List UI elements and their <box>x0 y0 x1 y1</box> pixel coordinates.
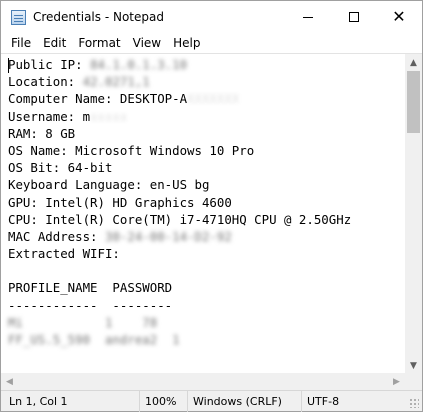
text-line: FF_US.5_590 andrea2 1 <box>8 331 405 348</box>
line-label: OS Bit: 64-bit <box>8 160 113 176</box>
text-line: OS Name: Microsoft Windows 10 Pro <box>8 142 405 159</box>
line-value: m <box>82 108 91 124</box>
text-line: MAC Address: 30-24-00-14-D2-92 <box>8 228 405 245</box>
scrollbar-corner <box>405 373 422 390</box>
text-line: Username: mxxxxx <box>8 108 405 125</box>
text-content[interactable]: Public IP: 84.1.0.1.3.10 Location: 42.027… <box>1 54 405 374</box>
editor-area[interactable]: Public IP: 84.1.0.1.3.10 Location: 42.027… <box>1 53 422 374</box>
line-label: ------------ -------- <box>8 297 173 313</box>
title-bar[interactable]: Credentials - Notepad ✕ <box>1 1 422 33</box>
notepad-icon <box>11 10 26 25</box>
menu-edit[interactable]: Edit <box>37 36 72 50</box>
redacted-text: XXXXXXX <box>187 91 240 107</box>
line-label: MAC Address: <box>8 228 105 244</box>
text-line: Mi 1 78 <box>8 314 405 331</box>
text-line: RAM: 8 GB <box>8 125 405 142</box>
line-value: 42.0271,1 <box>82 74 150 90</box>
line-ending: Windows (CRLF) <box>187 391 301 412</box>
menu-help[interactable]: Help <box>167 36 206 50</box>
text-line <box>8 262 405 279</box>
text-line: OS Bit: 64-bit <box>8 159 405 176</box>
text-line: ------------ -------- <box>8 297 405 314</box>
minimize-button[interactable] <box>285 1 331 33</box>
text-line: CPU: Intel(R) Core(TM) i7-4710HQ CPU @ 2… <box>8 211 405 228</box>
maximize-button[interactable] <box>331 1 377 33</box>
text-caret <box>8 58 9 73</box>
notepad-window: Credentials - Notepad ✕ File Edit Format… <box>0 0 423 412</box>
resize-grip-icon[interactable] <box>409 398 419 408</box>
text-line: GPU: Intel(R) HD Graphics 4600 <box>8 194 405 211</box>
menu-file[interactable]: File <box>5 36 37 50</box>
line-label: GPU: Intel(R) HD Graphics 4600 <box>8 194 232 210</box>
line-value: 84.1.0.1.3.10 <box>90 57 188 72</box>
line-label: OS Name: Microsoft Windows 10 Pro <box>8 142 255 158</box>
line-value: DESKTOP-A <box>119 91 188 107</box>
line-value: 30-24-00-14-D2-92 <box>104 228 232 244</box>
menu-view[interactable]: View <box>127 36 167 50</box>
encoding: UTF-8 <box>301 391 401 412</box>
scroll-down-icon[interactable]: ▼ <box>405 357 422 374</box>
close-icon: ✕ <box>392 7 406 26</box>
line-label: CPU: Intel(R) Core(TM) i7-4710HQ CPU @ 2… <box>8 211 352 227</box>
line-label: Keyboard Language: en-US bg <box>8 177 210 193</box>
zoom-level: 100% <box>139 391 187 412</box>
text-line: Keyboard Language: en-US bg <box>8 176 405 193</box>
line-label: PROFILE_NAME PASSWORD <box>8 280 173 296</box>
line-label: Computer Name: <box>8 91 120 107</box>
line-value: FF_US.5_590 andrea2 1 <box>8 332 180 347</box>
text-line: Public IP: 84.1.0.1.3.10 <box>8 56 405 73</box>
redacted-text: xxxxx <box>90 108 128 124</box>
text-line: PROFILE_NAME PASSWORD <box>8 279 405 296</box>
minimize-icon <box>303 16 313 18</box>
maximize-icon <box>349 12 359 22</box>
scroll-left-icon[interactable]: ◀ <box>1 373 18 390</box>
vertical-scrollbar[interactable]: ▲ ▼ <box>405 54 422 374</box>
vertical-scroll-thumb[interactable] <box>407 71 420 133</box>
line-value: Mi 1 78 <box>8 314 158 330</box>
line-label: Location: <box>8 74 83 90</box>
text-line: Computer Name: DESKTOP-AXXXXXXX <box>8 90 405 107</box>
scroll-right-icon[interactable]: ▶ <box>388 373 405 390</box>
window-title: Credentials - Notepad <box>33 10 164 24</box>
text-line: Extracted WIFI: <box>8 245 405 262</box>
line-label: RAM: 8 GB <box>8 125 76 141</box>
horizontal-scrollbar[interactable]: ◀ ▶ <box>1 373 405 390</box>
text-line: Location: 42.0271,1 <box>8 73 405 90</box>
line-label: Public IP: <box>8 57 91 72</box>
menu-format[interactable]: Format <box>72 36 126 50</box>
status-bar: Ln 1, Col 1 100% Windows (CRLF) UTF-8 <box>1 390 422 412</box>
line-label: Extracted WIFI: <box>8 246 120 262</box>
cursor-position: Ln 1, Col 1 <box>9 395 68 408</box>
menu-bar: File Edit Format View Help <box>1 33 422 53</box>
close-button[interactable]: ✕ <box>376 1 422 33</box>
scroll-up-icon[interactable]: ▲ <box>405 54 422 71</box>
line-label: Username: <box>8 108 83 124</box>
